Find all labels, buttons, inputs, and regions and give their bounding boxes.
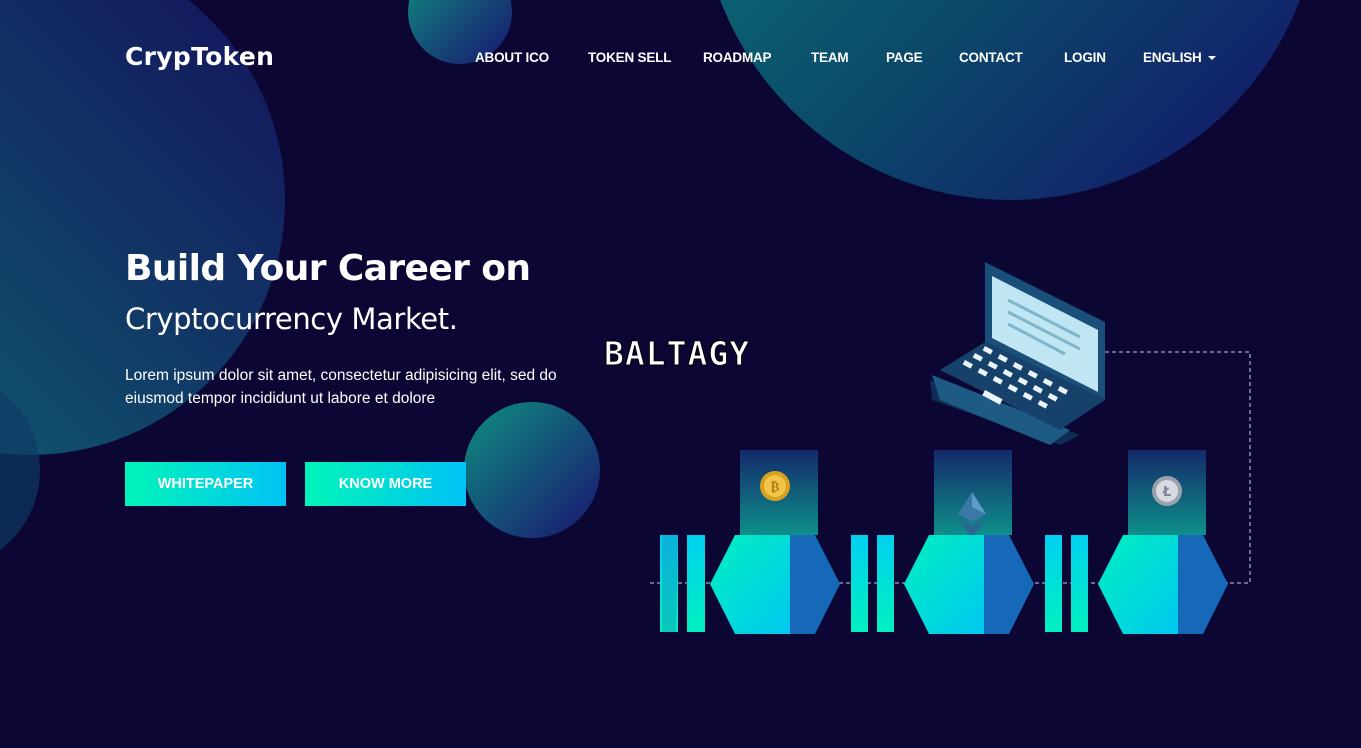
main-navigation: ABOUT ICO TOKEN SELL ROADMAP TEAM PAGE C…: [0, 50, 1361, 70]
nav-item-login[interactable]: LOGIN: [1064, 50, 1106, 65]
litecoin-coin-icon: Ł: [1152, 476, 1182, 506]
blockchain-illustration: ₿ Ł: [650, 262, 1251, 634]
watermark-text: BALTAGY: [603, 334, 751, 374]
pillar: [934, 450, 1012, 535]
caret-down-icon: [1207, 56, 1216, 61]
block-cube: [904, 535, 1034, 634]
bitcoin-coin-icon: ₿: [760, 471, 790, 501]
whitepaper-button[interactable]: WHITEPAPER: [125, 462, 286, 506]
laptop-icon: [930, 262, 1105, 445]
bg-circle-top-right: [720, 0, 1300, 200]
block-cube: [1098, 535, 1228, 634]
nav-item-contact[interactable]: CONTACT: [959, 50, 1023, 65]
hero-description: Lorem ipsum dolor sit amet, consectetur …: [125, 367, 557, 407]
language-dropdown[interactable]: ENGLISH: [1143, 50, 1216, 65]
hero-title: Build Your Career on: [125, 248, 531, 289]
language-label: ENGLISH: [1143, 50, 1202, 65]
nav-item-token-sell[interactable]: TOKEN SELL: [588, 50, 671, 65]
block-cube: [710, 535, 840, 634]
svg-text:₿: ₿: [771, 480, 780, 495]
nav-item-team[interactable]: TEAM: [811, 50, 849, 65]
hero-subtitle: Cryptocurrency Market.: [125, 302, 458, 336]
nav-item-page[interactable]: PAGE: [886, 50, 923, 65]
svg-text:Ł: Ł: [1162, 485, 1171, 500]
nav-item-about-ico[interactable]: ABOUT ICO: [475, 50, 549, 65]
nav-item-roadmap[interactable]: ROADMAP: [703, 50, 772, 65]
bg-circle-middle: [464, 402, 600, 538]
know-more-button[interactable]: KNOW MORE: [305, 462, 466, 506]
